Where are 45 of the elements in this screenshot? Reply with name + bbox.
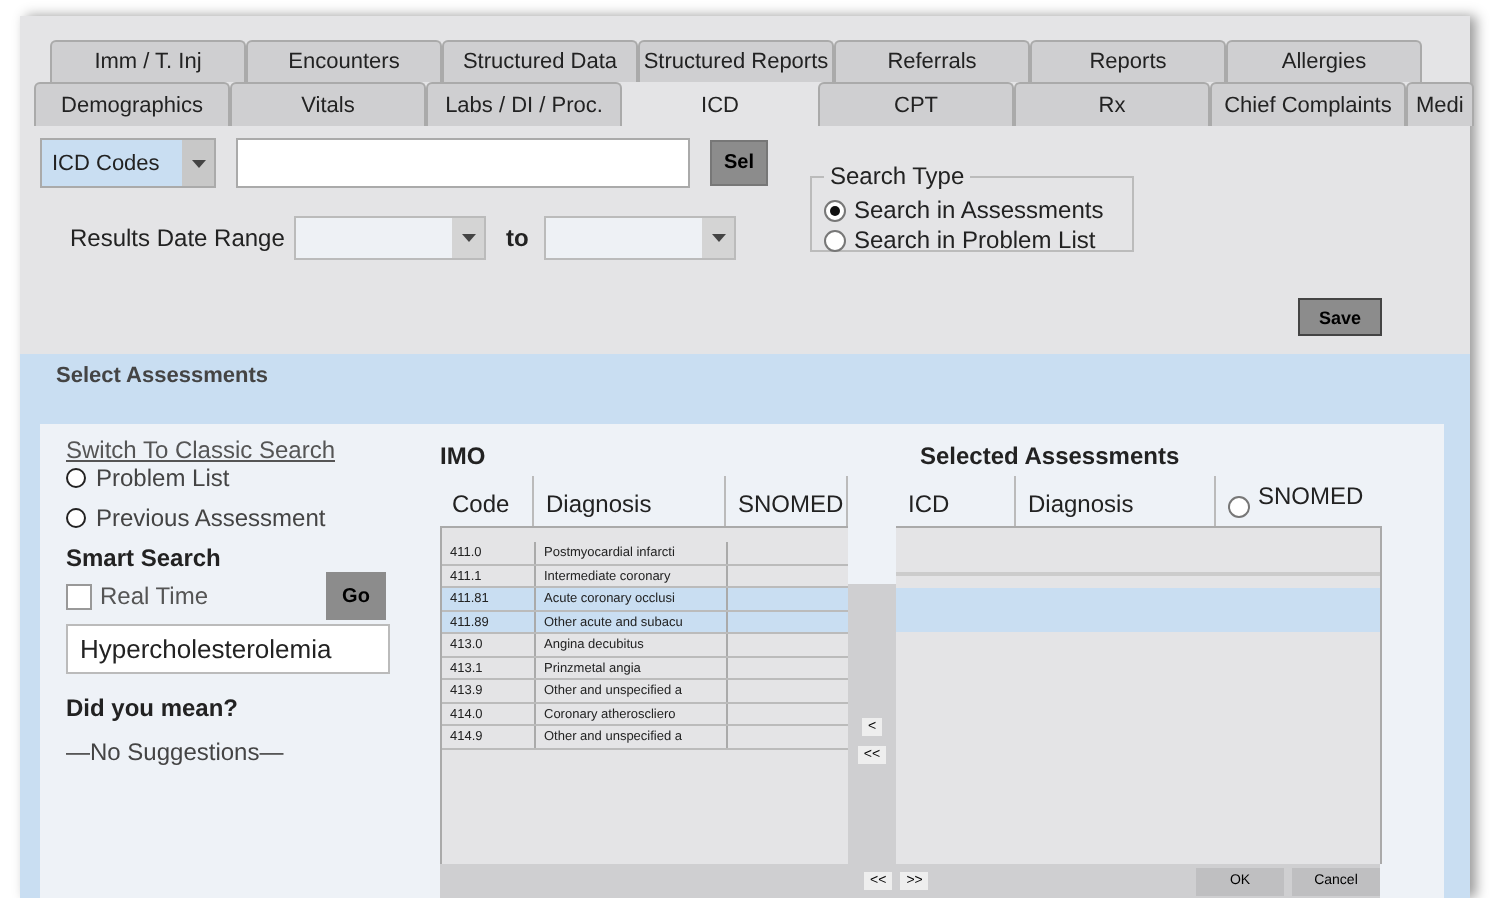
smart-search-heading: Smart Search (66, 544, 223, 572)
tab[interactable]: Demographics (34, 82, 230, 126)
to-label: to (506, 224, 529, 252)
tab[interactable]: Labs / DI / Proc. (426, 82, 622, 126)
save-button[interactable]: Save (1298, 298, 1382, 336)
search-type-legend: Search Type (824, 162, 971, 190)
tab[interactable]: CPT (818, 82, 1014, 126)
tab[interactable]: Structured Reports (638, 40, 834, 82)
radio-icon[interactable] (1228, 496, 1250, 518)
column-header: SNOMED (1258, 482, 1364, 514)
selected-assessments-title: Selected Assessments (920, 442, 1180, 474)
caret-icon (461, 234, 475, 242)
section-title: Select Assessments (56, 364, 270, 388)
radio-option[interactable]: Search in Problem List (824, 226, 1096, 254)
sel-button[interactable]: Sel (710, 140, 768, 186)
tab[interactable]: Reports (1030, 40, 1226, 82)
real-time-checkbox[interactable]: Real Time (66, 582, 209, 610)
tab[interactable]: Rx (1014, 82, 1210, 126)
smart-search-field[interactable]: Hypercholesterolemia (66, 624, 390, 674)
radio-icon[interactable] (66, 468, 86, 488)
date-range-label: Results Date Range (70, 224, 287, 252)
tab[interactable]: Imm / T. Inj (50, 40, 246, 82)
radio-option[interactable]: Search in Assessments (824, 196, 1104, 224)
tab[interactable]: Structured Data (442, 40, 638, 82)
radio-icon[interactable] (66, 508, 86, 528)
did-you-mean-heading: Did you mean? (66, 694, 241, 722)
tab[interactable]: Allergies (1226, 40, 1422, 82)
classic-search-link[interactable]: Switch To Classic Search (66, 436, 335, 464)
tab[interactable]: Encounters (246, 40, 442, 82)
radio-icon[interactable] (824, 229, 846, 251)
caret-icon (191, 159, 205, 167)
radio-option[interactable]: Problem List (66, 464, 230, 492)
code-type-dropdown[interactable]: ICD Codes (40, 138, 216, 188)
go-button[interactable]: Go (326, 572, 386, 620)
tab[interactable]: Medi (1406, 82, 1474, 126)
checkbox-icon[interactable] (66, 583, 92, 609)
tab[interactable]: Vitals (230, 82, 426, 126)
suggestions-text: —No Suggestions— (66, 738, 286, 766)
imo-title: IMO (440, 442, 488, 474)
tab[interactable]: Chief Complaints (1210, 82, 1406, 126)
search-field[interactable] (236, 138, 690, 188)
radio-option[interactable]: Previous Assessment (66, 504, 326, 532)
radio-icon[interactable] (824, 199, 846, 221)
tab[interactable]: Referrals (834, 40, 1030, 82)
caret-icon (711, 234, 726, 242)
